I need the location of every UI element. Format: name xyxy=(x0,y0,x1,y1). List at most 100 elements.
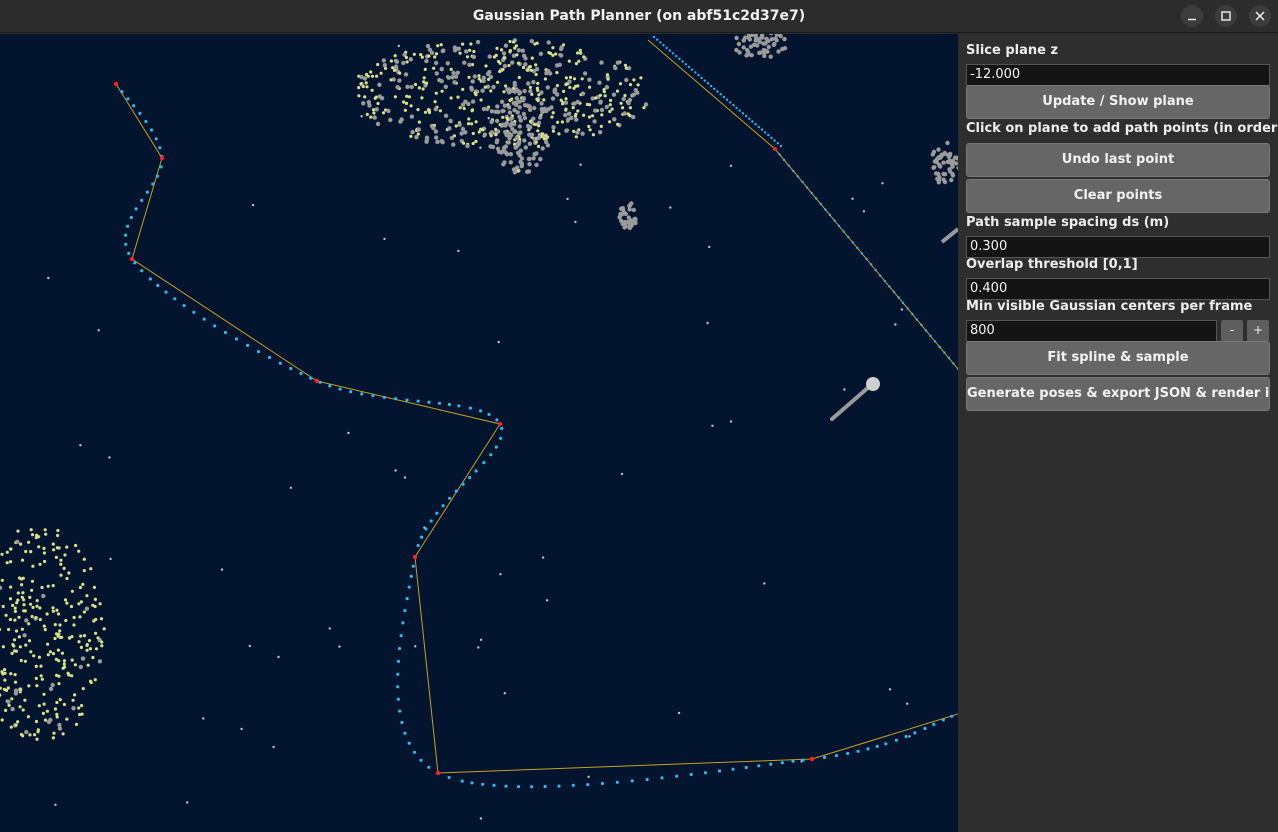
sample-point xyxy=(769,762,773,766)
gaussian-point xyxy=(72,615,76,620)
gaussian-point xyxy=(413,82,418,87)
gaussian-point xyxy=(470,99,476,104)
gaussian-point xyxy=(575,130,580,135)
gaussian-point xyxy=(537,124,541,128)
maximize-button[interactable] xyxy=(1215,5,1237,27)
gaussian-point xyxy=(533,42,537,46)
gaussian-point xyxy=(545,85,550,90)
sample-point xyxy=(690,68,694,71)
scene-viewport[interactable] xyxy=(0,34,958,832)
gaussian-point xyxy=(619,101,623,105)
clear-points-button[interactable]: Clear points xyxy=(966,179,1270,213)
gaussian-point xyxy=(620,206,625,211)
gaussian-point xyxy=(502,63,508,69)
generate-export-button[interactable]: Generate poses & export JSON & render im… xyxy=(966,377,1270,411)
gaussian-point xyxy=(389,59,393,63)
gaussian-point xyxy=(467,117,471,121)
gaussian-point xyxy=(473,91,477,95)
gaussian-point xyxy=(550,115,554,119)
gaussian-point xyxy=(397,78,402,83)
gaussian-point xyxy=(556,120,560,124)
update-show-plane-button[interactable]: Update / Show plane xyxy=(966,85,1270,119)
gaussian-point xyxy=(394,59,400,64)
decrement-button[interactable]: - xyxy=(1221,320,1243,342)
slice-plane-label: Slice plane z xyxy=(966,43,1059,58)
gaussian-point xyxy=(522,88,527,94)
sample-point xyxy=(420,535,424,539)
gaussian-point xyxy=(4,708,8,713)
sample-point xyxy=(151,182,155,186)
gaussian-point xyxy=(20,595,24,599)
stray-point xyxy=(908,735,911,738)
gaussian-point xyxy=(405,60,409,64)
gaussian-point xyxy=(555,84,560,88)
sample-point xyxy=(309,376,313,380)
stray-point xyxy=(54,803,57,806)
sample-point xyxy=(223,330,228,335)
close-button[interactable] xyxy=(1249,5,1271,27)
sample-point xyxy=(468,475,472,480)
gaussian-point xyxy=(931,165,936,170)
gaussian-point xyxy=(59,573,63,577)
gaussian-point xyxy=(78,615,82,619)
sample-point xyxy=(675,774,679,778)
gaussian-point xyxy=(57,682,61,686)
gaussian-point xyxy=(422,76,426,80)
stray-point xyxy=(397,44,400,48)
gaussian-point xyxy=(53,623,57,627)
gaussian-point xyxy=(424,135,430,140)
gaussian-point xyxy=(51,542,55,546)
gaussian-point xyxy=(82,634,87,638)
sample-point xyxy=(713,87,716,90)
fit-spline-button[interactable]: Fit spline & sample xyxy=(966,341,1270,375)
minimize-button[interactable] xyxy=(1181,5,1203,27)
sample-point xyxy=(892,290,896,294)
sample-point xyxy=(543,784,547,789)
gaussian-point xyxy=(508,116,514,121)
sample-point xyxy=(751,120,754,123)
overlap-input[interactable]: 0.400 xyxy=(966,278,1270,300)
gaussian-point xyxy=(60,635,64,639)
sample-point xyxy=(234,337,239,341)
min-visible-input[interactable]: 800 xyxy=(966,320,1217,342)
gaussian-point xyxy=(93,678,97,682)
gaussian-point xyxy=(573,114,578,118)
increment-button[interactable]: + xyxy=(1247,320,1269,342)
gaussian-point xyxy=(503,43,509,48)
undo-last-point-button[interactable]: Undo last point xyxy=(966,143,1270,177)
gaussian-point xyxy=(369,70,373,74)
spacing-input[interactable]: 0.300 xyxy=(966,236,1270,258)
sample-point xyxy=(267,355,272,360)
gaussian-point xyxy=(11,643,15,647)
sample-point xyxy=(492,783,496,788)
gaussian-point xyxy=(48,650,53,654)
sample-point xyxy=(824,208,827,211)
gaussian-point xyxy=(564,82,569,86)
gaussian-point xyxy=(523,145,528,150)
gaussian-point xyxy=(12,638,17,642)
gaussian-point xyxy=(623,93,627,98)
gaussian-point xyxy=(548,71,553,76)
scene-canvas[interactable] xyxy=(0,34,958,832)
sample-point xyxy=(834,754,839,758)
gaussian-point xyxy=(27,540,31,544)
gaussian-point xyxy=(465,143,470,149)
sample-point xyxy=(901,301,905,305)
gaussian-point xyxy=(1,645,5,649)
sample-point xyxy=(865,257,868,261)
sample-point xyxy=(338,387,342,391)
gaussian-point xyxy=(82,610,86,614)
gaussian-point xyxy=(439,138,444,144)
control-panel: Slice plane z -12.000 Update / Show plan… xyxy=(958,34,1278,832)
gaussian-point xyxy=(70,658,74,662)
gaussian-point xyxy=(538,156,543,162)
gaussian-point xyxy=(510,60,515,65)
gaussian-point xyxy=(423,110,428,114)
sample-point xyxy=(722,95,726,99)
sample-point xyxy=(819,202,822,206)
control-point xyxy=(773,147,777,151)
gaussian-point xyxy=(420,96,424,100)
gaussian-point xyxy=(528,89,533,94)
slice-plane-input[interactable]: -12.000 xyxy=(966,64,1270,86)
gaussian-clusters xyxy=(0,34,958,741)
